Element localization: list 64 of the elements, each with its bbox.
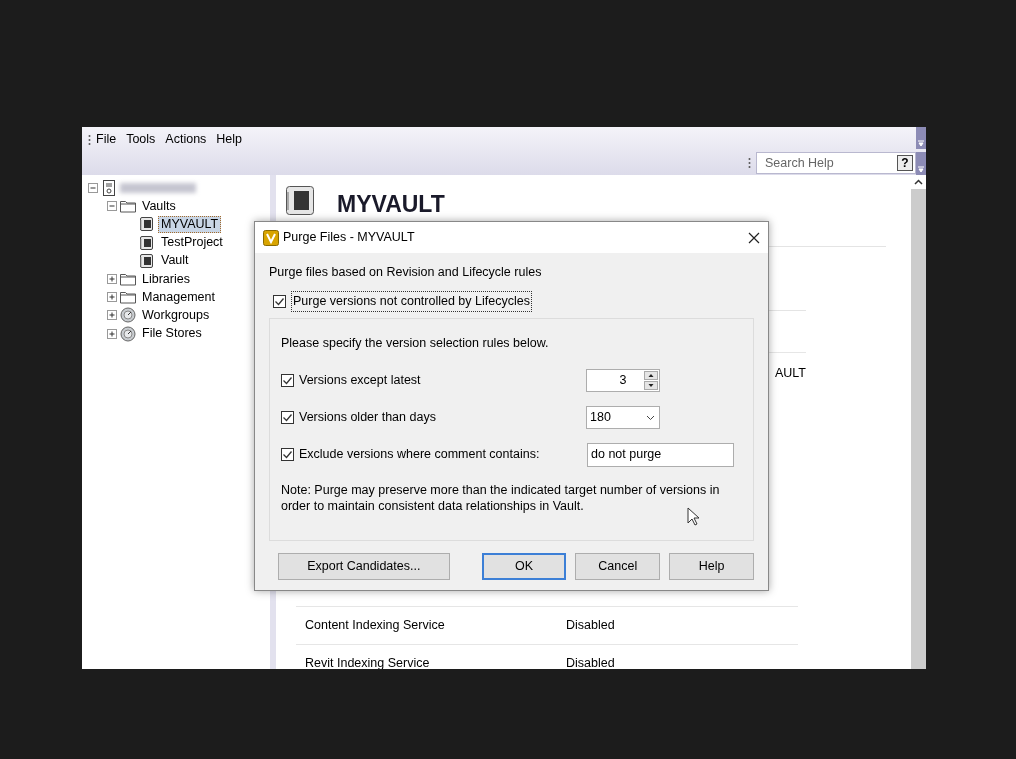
mouse-pointer-icon [687,507,700,526]
gauge-icon [120,325,136,342]
checkbox[interactable] [281,411,294,425]
property-label: Content Indexing Service [304,616,446,634]
expand-icon[interactable] [107,292,117,303]
app-logo-icon [263,229,279,246]
folder-icon [120,271,136,288]
tree-item[interactable]: Vault [158,252,192,270]
property-value: AULT [774,364,806,382]
dialog-button[interactable]: Export Candidates... [278,552,450,580]
close-icon[interactable] [748,231,760,244]
scroll-up-icon[interactable] [914,179,923,185]
note-text: Note: Purge may preserve more than the indicated target number of versions in order to maintain consistent data relationships in Vault. [281,483,721,515]
folder-icon [120,198,136,215]
menu-item[interactable]: Actions [160,130,212,149]
spin-up-icon[interactable] [644,371,658,381]
help-button[interactable]: ? [897,155,913,171]
chevron-down-icon [646,414,655,421]
checkbox[interactable] [281,448,294,462]
vault-icon [139,216,155,233]
tree-item[interactable]: Management [139,288,218,306]
vault-icon [139,252,155,269]
collapse-icon[interactable] [107,201,117,212]
expand-icon[interactable] [107,310,117,321]
tree-item[interactable]: File Stores [139,325,205,343]
checkbox-label[interactable]: Purge versions not controlled by Lifecycles [291,290,532,312]
menu-item[interactable]: Help [211,130,248,149]
number-spinner[interactable]: 3 [586,369,660,393]
menu-item[interactable]: File [91,130,122,149]
checkbox-label[interactable]: Versions except latest [299,371,581,391]
server-icon [101,180,117,197]
tree-item[interactable]: MYVAULT [158,215,222,233]
vault-icon [139,234,155,251]
checkbox[interactable] [273,294,286,308]
search-field[interactable]: Search Help ? [756,152,916,174]
dialog-button[interactable]: Help [669,552,754,580]
property-value: Disabled [566,616,615,634]
menu-item[interactable]: Tools [121,130,161,149]
tree-item[interactable]: Vaults [139,197,179,215]
vault-title: MYVAULT [337,190,445,219]
dialog-title: Purge Files - MYVAULT [283,229,415,247]
tree-item[interactable]: Libraries [139,270,193,288]
folder-icon [120,289,136,306]
instruction-text: Please specify the version selection rules below. [281,334,550,352]
dialog-button[interactable]: OK [481,552,567,580]
toolbar-grip-icon[interactable] [748,157,751,169]
toolbar-grip-icon[interactable] [88,133,91,146]
text-field[interactable]: do not purge [587,442,734,467]
tree-item[interactable]: TestProject [158,234,226,252]
tree-item[interactable]: Workgroups [139,306,213,324]
gauge-icon [120,307,136,324]
property-label: Revit Indexing Service [304,654,431,669]
vault-icon [285,185,315,217]
collapse-icon[interactable] [88,183,98,194]
dialog-button[interactable]: Cancel [575,552,661,580]
property-value: Disabled [566,654,615,669]
intro-text: Purge files based on Revision and Lifecycle rules [269,264,543,281]
spin-down-icon[interactable] [644,381,658,391]
checkbox-label[interactable]: Versions older than days [299,408,581,428]
checkbox[interactable] [281,374,294,388]
expand-icon[interactable] [107,328,117,339]
dropdown[interactable]: 180 [586,406,660,430]
checkbox-label[interactable]: Exclude versions where comment contains: [299,445,582,465]
expand-icon[interactable] [107,274,117,285]
